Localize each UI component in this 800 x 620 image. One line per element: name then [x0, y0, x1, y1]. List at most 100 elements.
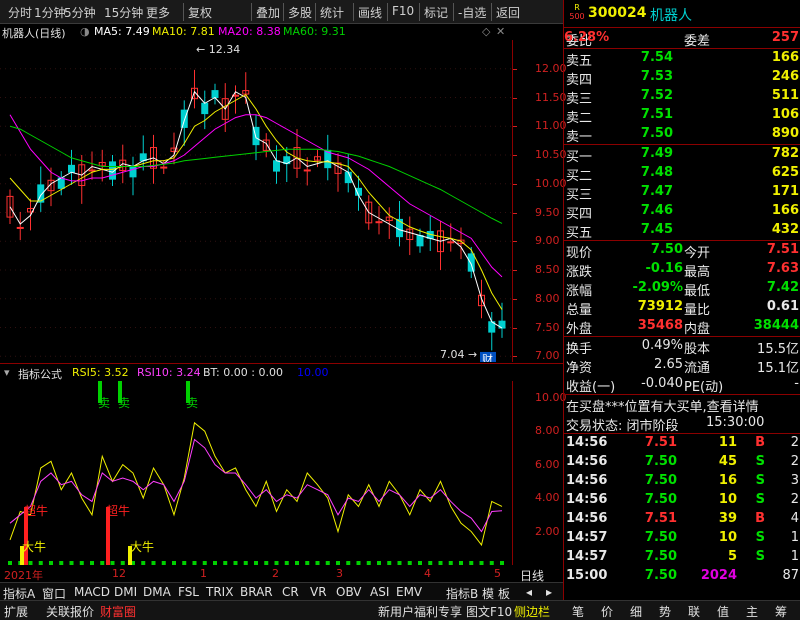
- ask-label: 卖五: [566, 54, 593, 69]
- tick-mark: [513, 356, 517, 358]
- notice-row[interactable]: 在买盘***位置有大买单,查看详情: [564, 395, 800, 415]
- ask-row: 卖五 7.54 166: [564, 49, 800, 69]
- trade-row: 14:56 7.51 11 B 2: [564, 434, 800, 453]
- chart-legend: 机器人(日线) ◑ MA5: 7.49 MA10: 7.81 MA20: 8.3…: [0, 24, 563, 40]
- indicator-tab-7[interactable]: BRAR: [240, 585, 273, 599]
- toolbar-item-2[interactable]: 5分钟: [64, 4, 96, 21]
- ask-volume: 246: [771, 69, 799, 84]
- indicator-tab-17[interactable]: ▸: [546, 585, 552, 599]
- bottom-item-4[interactable]: 图文F10: [466, 603, 512, 620]
- signal-bar: [274, 561, 279, 565]
- indicator-tab-12[interactable]: EMV: [396, 585, 422, 599]
- trade-time: 14:56: [566, 511, 608, 526]
- bid-volume: 625: [771, 165, 799, 180]
- bid-price: 7.48: [640, 165, 673, 180]
- signal-bar: [233, 561, 238, 565]
- toolbar-item-4[interactable]: 更多: [146, 4, 170, 21]
- candle-body: [180, 109, 188, 128]
- tick-mark: [513, 155, 517, 156]
- toolbar-item-5[interactable]: 复权: [188, 4, 212, 21]
- signal-bar: [100, 561, 105, 565]
- kline-chart[interactable]: ← 12.34 7.04 → 财: [0, 40, 512, 362]
- toolbar-item-0[interactable]: 分时: [8, 4, 32, 21]
- quote-nav-3[interactable]: 势: [659, 603, 671, 620]
- indicator-tab-5[interactable]: FSL: [178, 585, 199, 599]
- close-icon[interactable]: ✕: [496, 25, 505, 38]
- price-tick: 7.50: [535, 320, 560, 334]
- bottom-item-5[interactable]: 侧边栏: [514, 603, 550, 620]
- indicator-chart[interactable]: 卖卖卖超牛 超牛大牛 大牛: [0, 381, 512, 565]
- ask-price: 7.53: [640, 69, 673, 84]
- toolbar-item-10[interactable]: F10: [392, 4, 414, 18]
- bid-row: 买五 7.45 432: [564, 221, 800, 241]
- toolbar-separator: [251, 3, 252, 21]
- stat-label: 现价: [566, 246, 593, 261]
- quote-nav-1[interactable]: 价: [601, 603, 613, 620]
- toolbar-item-12[interactable]: -自选: [458, 4, 486, 21]
- big-order-notice: 在买盘***位置有大买单,查看详情: [566, 400, 759, 415]
- signal-bar: [500, 561, 504, 565]
- date-tick: 4: [424, 567, 431, 580]
- toolbar-item-7[interactable]: 多股: [288, 4, 312, 21]
- toolbar-item-6[interactable]: 叠加: [256, 4, 280, 21]
- quote-nav-6[interactable]: 主: [746, 603, 758, 620]
- trade-row: 14:56 7.50 16 S 3: [564, 472, 800, 491]
- toolbar-item-11[interactable]: 标记: [424, 4, 448, 21]
- stat-label: 换手: [566, 342, 593, 357]
- badge-icon: R 500: [569, 3, 585, 21]
- toolbar-item-3[interactable]: 15分钟: [104, 4, 143, 21]
- bottom-bar: 扩展 关联报价 财富圈 新用户福利专享 图文F10 侧边栏 笔价细势联值主筹: [0, 600, 800, 620]
- trade-row: 14:56 7.51 39 B 4: [564, 510, 800, 529]
- indicator-menu-icon[interactable]: ▾: [4, 366, 10, 379]
- indicator-tabs: 指标A 窗口 MACD DMI DMA FSL TRIX BRAR CR VR OBV ASI EMV 指…: [0, 582, 563, 601]
- expand-icon[interactable]: ◇: [482, 25, 490, 38]
- quote-nav-7[interactable]: 筹: [775, 603, 787, 620]
- trade-side: S: [755, 492, 765, 507]
- settings-icon[interactable]: ◑: [80, 25, 90, 38]
- indicator-tab-2[interactable]: MACD: [74, 585, 110, 599]
- trade-price: 7.50: [644, 454, 677, 469]
- indicator-tab-10[interactable]: OBV: [336, 585, 362, 599]
- bottom-item-1[interactable]: 关联报价: [46, 603, 94, 620]
- toolbar-item-9[interactable]: 画线: [358, 4, 382, 21]
- stat-row: 涨跌 -0.16 最高 7.63: [564, 260, 800, 280]
- ask-label: 卖二: [566, 111, 593, 126]
- quote-nav-0[interactable]: 笔: [572, 603, 584, 620]
- trade-count: 2: [790, 454, 799, 469]
- indicator-name[interactable]: 指标公式: [18, 366, 62, 382]
- indicator-axis: 10.00 8.00 6.00 4.00 2.00: [512, 381, 567, 565]
- bottom-item-0[interactable]: 扩展: [4, 603, 28, 620]
- stat-value: -: [794, 376, 799, 391]
- indicator-tab-11[interactable]: ASI: [370, 585, 389, 599]
- candle-body: [201, 102, 209, 115]
- trade-count: 87: [782, 568, 799, 583]
- indicator-tab-3[interactable]: DMI: [114, 585, 137, 599]
- quote-nav-2[interactable]: 细: [630, 603, 642, 620]
- indicator-tab-9[interactable]: VR: [310, 585, 327, 599]
- indicator-tab-16[interactable]: ◂: [526, 585, 532, 599]
- candle-body: [447, 241, 455, 244]
- signal-bar: [254, 561, 258, 565]
- bottom-item-2[interactable]: 财富圈: [100, 603, 136, 620]
- trade-price: 7.50: [644, 492, 677, 507]
- candle-body: [273, 160, 280, 172]
- toolbar-separator: [315, 3, 316, 21]
- toolbar-item-8[interactable]: 统计: [320, 4, 344, 21]
- toolbar-item-13[interactable]: 返回: [496, 4, 520, 21]
- bottom-item-3[interactable]: 新用户福利专享: [378, 603, 462, 620]
- date-axis: 日线 2021年 12 1 2 3 4 5: [0, 566, 563, 583]
- signal-bar: [49, 561, 53, 565]
- indicator-tab-4[interactable]: DMA: [143, 585, 171, 599]
- indicator-tab-8[interactable]: CR: [282, 585, 299, 599]
- price-axis: 12.00 11.50 11.00 10.50 10.00 9.50 9.00 8.50 8.0…: [512, 40, 567, 362]
- bt-legend: BT: 0.00 : 0.00: [203, 366, 283, 379]
- indicator-tab-6[interactable]: TRIX: [206, 585, 233, 599]
- trade-row: 14:56 7.50 45 S 2: [564, 453, 800, 472]
- trade-volume: 45: [718, 454, 737, 469]
- ask-price: 7.50: [640, 126, 673, 141]
- trade-side: S: [755, 473, 765, 488]
- indicator-tick: 8.00: [535, 424, 560, 438]
- quote-nav-5[interactable]: 值: [717, 603, 729, 620]
- quote-nav-4[interactable]: 联: [688, 603, 700, 620]
- toolbar-item-1[interactable]: 1分钟: [34, 4, 66, 21]
